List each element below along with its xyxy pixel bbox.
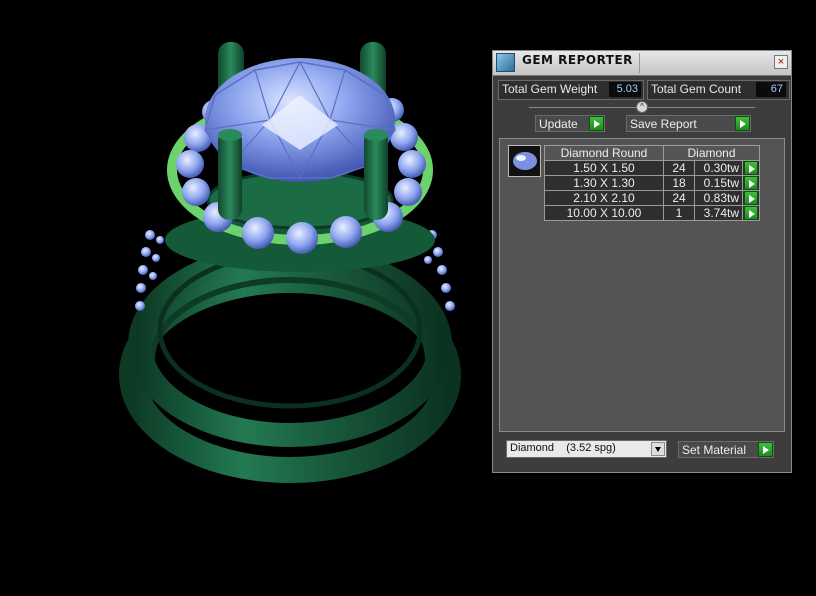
play-arrow-icon — [758, 442, 773, 457]
total-gem-weight: Total Gem Weight 5.03 — [498, 80, 644, 100]
play-arrow-icon[interactable] — [744, 206, 758, 220]
update-button[interactable]: Update — [535, 115, 605, 132]
gem-size: 1.30 X 1.30 — [544, 175, 664, 191]
collapse-icon[interactable]: ^ — [636, 101, 648, 113]
gem-count: 24 — [663, 190, 695, 206]
ring-3d-viewport[interactable] — [0, 0, 490, 591]
title-bar[interactable]: GEM REPORTER × — [493, 51, 791, 76]
table-row[interactable]: 1.30 X 1.30 18 0.15tw — [544, 175, 760, 191]
gem-thumbnail[interactable] — [508, 145, 541, 177]
column-header: Diamond — [663, 145, 760, 161]
chevron-down-icon[interactable] — [651, 442, 665, 456]
save-report-button[interactable]: Save Report — [626, 115, 751, 132]
total-gem-weight-value: 5.03 — [609, 82, 641, 97]
close-icon[interactable]: × — [774, 55, 788, 69]
gem-size: 1.50 X 1.50 — [544, 160, 664, 176]
panel-title: GEM REPORTER — [522, 53, 633, 67]
material-select-value: Diamond (3.52 spg) — [510, 442, 616, 454]
prong — [218, 130, 242, 220]
gem-table: Diamond Round Diamond 1.50 X 1.50 24 0.3… — [544, 145, 760, 221]
ring-render — [119, 42, 461, 483]
gem-size: 2.10 X 2.10 — [544, 190, 664, 206]
gem-weight: 3.74tw — [694, 205, 743, 221]
total-gem-count: Total Gem Count 67 — [647, 80, 790, 100]
gem-weight: 0.30tw — [694, 160, 743, 176]
table-row[interactable]: 2.10 X 2.10 24 0.83tw — [544, 190, 760, 206]
gem-size: 10.00 X 10.00 — [544, 205, 664, 221]
title-separator — [639, 53, 640, 73]
set-material-button[interactable]: Set Material — [678, 441, 774, 458]
row-action[interactable] — [742, 175, 760, 191]
update-button-label: Update — [539, 117, 578, 131]
table-row[interactable]: 1.50 X 1.50 24 0.30tw — [544, 160, 760, 176]
play-arrow-icon[interactable] — [744, 176, 758, 190]
total-gem-count-label: Total Gem Count — [651, 82, 742, 96]
gem-count: 1 — [663, 205, 695, 221]
gem-reporter-icon — [496, 53, 515, 72]
prong — [364, 130, 388, 220]
gem-count: 24 — [663, 160, 695, 176]
play-arrow-icon[interactable] — [744, 191, 758, 205]
play-arrow-icon[interactable] — [744, 161, 758, 175]
play-arrow-icon — [735, 116, 750, 131]
total-gem-count-value: 67 — [756, 82, 786, 97]
table-header-row: Diamond Round Diamond — [544, 145, 760, 161]
diamond-icon — [513, 152, 537, 170]
row-action[interactable] — [742, 160, 760, 176]
gem-weight: 0.83tw — [694, 190, 743, 206]
play-arrow-icon — [589, 116, 604, 131]
table-row[interactable]: 10.00 X 10.00 1 3.74tw — [544, 205, 760, 221]
gem-list[interactable]: Diamond Round Diamond 1.50 X 1.50 24 0.3… — [499, 138, 785, 432]
gem-weight: 0.15tw — [694, 175, 743, 191]
save-report-button-label: Save Report — [630, 117, 697, 131]
material-select[interactable]: Diamond (3.52 spg) — [506, 440, 667, 458]
row-action[interactable] — [742, 205, 760, 221]
gem-count: 18 — [663, 175, 695, 191]
set-material-button-label: Set Material — [682, 443, 747, 457]
row-action[interactable] — [742, 190, 760, 206]
gem-reporter-panel: GEM REPORTER × Total Gem Weight 5.03 Tot… — [492, 50, 792, 473]
total-gem-weight-label: Total Gem Weight — [502, 82, 598, 96]
column-header: Diamond Round — [544, 145, 664, 161]
